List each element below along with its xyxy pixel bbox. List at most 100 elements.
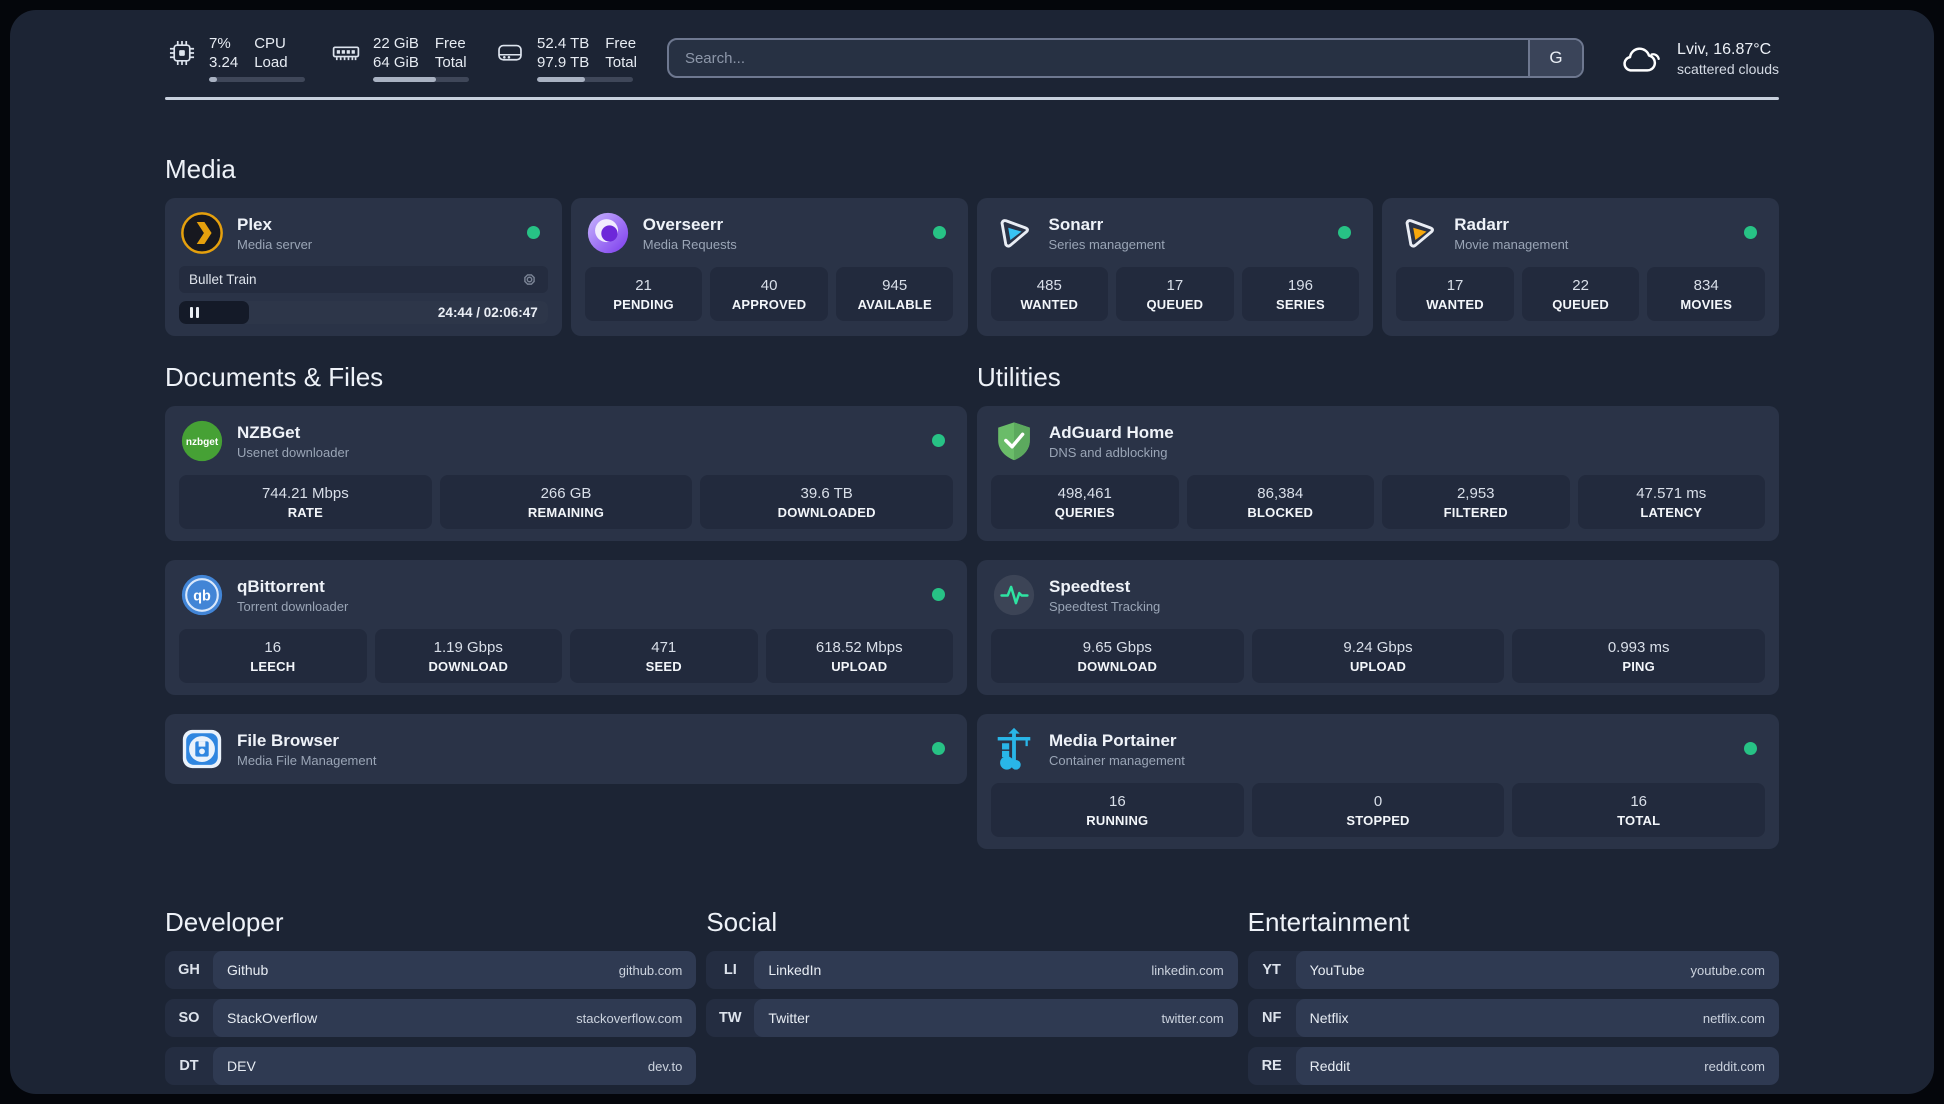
metric-progress-fill: [209, 77, 217, 82]
bookmark-name: YouTube: [1309, 962, 1365, 978]
bookmark-netflix[interactable]: NF Netflix netflix.com: [1247, 999, 1779, 1037]
stat-movies: 834 MOVIES: [1647, 267, 1765, 321]
bookmark-url: dev.to: [647, 1058, 683, 1074]
bookmark-twitter[interactable]: TW Twitter twitter.com: [706, 999, 1238, 1037]
app-title-block: Sonarr Series management: [1049, 214, 1165, 252]
stat-value: 618.52 Mbps: [815, 638, 903, 656]
bookmark-abbr: RE: [1261, 1058, 1282, 1074]
bookmark-url: stackoverflow.com: [576, 1010, 683, 1026]
metric-label-bottom: Total: [434, 54, 467, 71]
bookmark-linkedin[interactable]: LI LinkedIn linkedin.com: [706, 951, 1238, 989]
stat-label: UPLOAD: [831, 658, 888, 674]
plex-icon: [179, 210, 225, 256]
stat-label: RUNNING: [1086, 812, 1149, 828]
app-description: Media File Management: [237, 753, 377, 768]
metric-value-top: 22 GiB: [373, 35, 419, 52]
app-description: Media server: [237, 237, 313, 252]
stat-value: 744.21 Mbps: [261, 484, 349, 502]
app-name: qBittorrent: [237, 577, 325, 596]
stat-value: 86,384: [1257, 484, 1304, 502]
speedtest-card[interactable]: Speedtest Speedtest Tracking 9.65 Gbps DOWN…: [977, 560, 1779, 695]
app-name: NZBGet: [237, 423, 301, 442]
bookmark-group-entertainment: Entertainment YT YouTube youtube.com NF Netfl…: [1247, 907, 1779, 1085]
header-divider: [165, 97, 1779, 100]
stat-label: DOWNLOAD: [1077, 658, 1158, 674]
stat-value: 1.19 Gbps: [433, 638, 503, 656]
app-description: Container management: [1049, 753, 1185, 768]
metric-label-top: CPU: [254, 35, 286, 52]
bookmark-stackoverflow[interactable]: SO StackOverflow stackoverflow.com: [165, 999, 697, 1037]
stat-value: 498,461: [1057, 484, 1112, 502]
metric-value-bottom: 97.9 TB: [537, 54, 590, 71]
stat-value: 0: [1373, 792, 1383, 810]
qbittorrent-card[interactable]: qb qBittorrent Torrent downloader 16 LEECH 1.…: [165, 560, 967, 695]
metric-progress-fill: [373, 77, 437, 82]
search-provider-button[interactable]: G: [1528, 40, 1583, 76]
bookmark-name: DEV: [227, 1058, 256, 1074]
section-title-social: Social: [706, 907, 778, 937]
app-description: Media Requests: [642, 237, 737, 252]
app-name: Sonarr: [1048, 215, 1104, 234]
app-title-block: qBittorrent Torrent downloader: [237, 576, 348, 614]
bookmark-abbr: SO: [178, 1010, 200, 1026]
file-browser-card[interactable]: File Browser Media File Management: [165, 714, 967, 784]
bookmark-dev[interactable]: DT DEV dev.to: [165, 1047, 697, 1085]
filebrowser-icon: [179, 726, 225, 772]
bookmark-url: github.com: [618, 962, 683, 978]
metric-labels: Free Total: [435, 34, 467, 72]
stat-leech: 16 LEECH: [179, 629, 367, 683]
stat-upload: 618.52 Mbps UPLOAD: [765, 629, 953, 683]
stat-label: WANTED: [1426, 296, 1484, 312]
radarr-card[interactable]: Radarr Movie management 17 WANTED 22 QUEUED 83…: [1382, 198, 1779, 336]
stat-blocked: 86,384 BLOCKED: [1186, 475, 1374, 529]
stat-value: 22: [1572, 276, 1589, 294]
adguard-icon: [991, 418, 1037, 464]
stat-label: QUERIES: [1054, 504, 1115, 520]
search-input[interactable]: [668, 40, 1529, 76]
bookmark-reddit[interactable]: RE Reddit reddit.com: [1247, 1047, 1779, 1085]
stat-wanted: 485 WANTED: [990, 267, 1109, 321]
stat-label: APPROVED: [731, 296, 807, 312]
section-title-media: Media: [165, 154, 236, 184]
stat-value: 17: [1446, 276, 1464, 294]
stat-value: 39.6 TB: [800, 484, 853, 502]
metric-values: 7% 3.24: [209, 34, 238, 72]
nzbget-card[interactable]: nzbget NZBGet Usenet downloader 744.21 Mbps…: [165, 406, 967, 541]
metric-value-top: 52.4 TB: [537, 35, 590, 52]
sonarr-card[interactable]: Sonarr Series management 485 WANTED 17 QUEUED…: [976, 198, 1374, 336]
stat-value: 834: [1693, 276, 1719, 294]
bookmark-youtube[interactable]: YT YouTube youtube.com: [1247, 951, 1779, 989]
app-title-block: Media Portainer Container management: [1049, 730, 1185, 768]
plex-card[interactable]: Plex Media server Bullet Train 24:44 / 02:0…: [165, 198, 562, 336]
app-title-block: Plex Media server: [237, 214, 312, 252]
playback-elapsed-pill: [179, 301, 250, 324]
stat-label: SEED: [645, 658, 682, 674]
stat-label: PING: [1622, 658, 1655, 674]
section-title-entertainment: Entertainment: [1247, 907, 1410, 937]
app-title-block: AdGuard Home DNS and adblocking: [1049, 422, 1174, 460]
memory-metric: 22 GiB 64 GiB Free Total: [329, 34, 469, 82]
status-online-dot: [1744, 742, 1757, 755]
svg-text:qb: qb: [193, 588, 211, 604]
overseerr-card[interactable]: Overseerr Media Requests 21 PENDING 40 APPROV…: [570, 198, 968, 336]
status-online-dot: [1744, 226, 1757, 239]
stat-queries: 498,461 QUERIES: [991, 475, 1179, 529]
adguard-home-card[interactable]: AdGuard Home DNS and adblocking 498,461 QUE…: [977, 406, 1779, 541]
status-online-dot: [932, 588, 945, 601]
now-playing-title: Bullet Train: [189, 272, 257, 287]
stat-value: 21: [635, 276, 652, 294]
metric-values: 52.4 TB 97.9 TB: [537, 34, 589, 72]
app-name: Radarr: [1454, 215, 1510, 234]
stat-value: 266 GB: [540, 484, 592, 502]
stat-label: PENDING: [613, 296, 674, 312]
status-online-dot: [932, 742, 945, 755]
bookmark-github[interactable]: GH Github github.com: [165, 951, 697, 989]
cloud-icon: [1618, 38, 1664, 78]
stat-downloaded: 39.6 TB DOWNLOADED: [700, 475, 954, 529]
metric-label-bottom: Load: [254, 54, 288, 71]
metric-value-bottom: 64 GiB: [373, 54, 419, 71]
metric-labels: CPU Load: [254, 34, 287, 72]
overseerr-icon: [585, 210, 631, 256]
playback-time: 24:44 / 02:06:47: [437, 305, 538, 320]
media-portainer-card[interactable]: Media Portainer Container management 16 RUN…: [977, 714, 1779, 849]
